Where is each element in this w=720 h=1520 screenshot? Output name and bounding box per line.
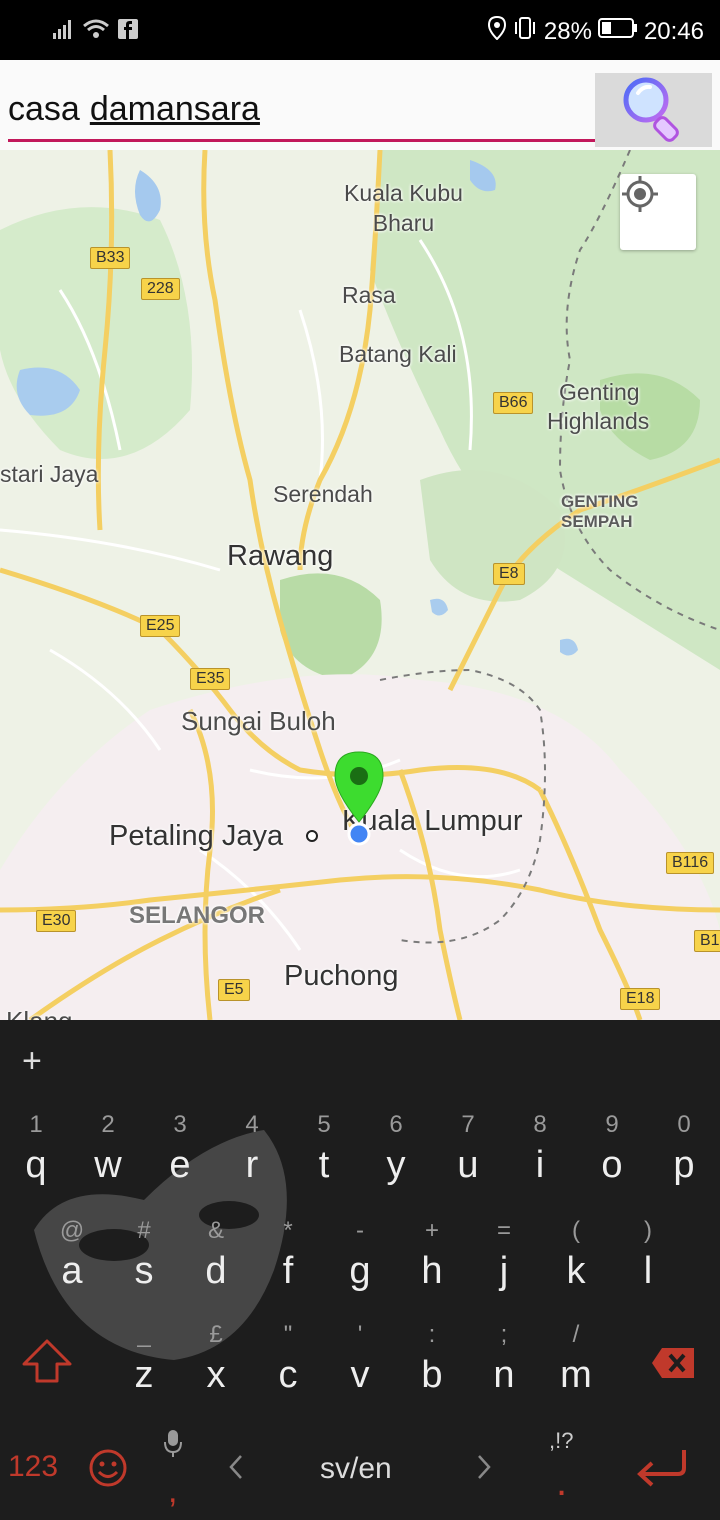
numbers-key[interactable]: 123 [8, 1450, 58, 1484]
signal-icon [52, 18, 74, 45]
key-s[interactable]: # s [108, 1216, 180, 1306]
key-n[interactable]: ; n [468, 1320, 540, 1410]
backspace-icon[interactable] [650, 1346, 696, 1385]
cursor-right-icon[interactable] [474, 1452, 494, 1487]
facebook-icon [118, 19, 138, 44]
key-b[interactable]: :b [396, 1320, 468, 1410]
key-i[interactable]: 8i [504, 1110, 576, 1200]
road-shield: B1 [694, 930, 720, 952]
wifi-icon [82, 18, 110, 45]
road-shield: 228 [141, 278, 180, 300]
place-genting-sempah: GENTING SEMPAH [561, 492, 639, 531]
road-shield: E5 [218, 979, 250, 1001]
key-g[interactable]: -g [324, 1216, 396, 1306]
key-a[interactable]: @ a [36, 1216, 108, 1306]
road-shield: B33 [90, 247, 131, 269]
my-location-button[interactable] [620, 174, 696, 250]
key-f[interactable]: * f [252, 1216, 324, 1306]
key-v[interactable]: ' v [324, 1320, 396, 1410]
key-z[interactable]: _ z [108, 1320, 180, 1410]
map-base [0, 150, 720, 1020]
road-shield: B116 [666, 852, 715, 874]
key-p[interactable]: 0p [648, 1110, 720, 1200]
road-shield: B66 [493, 392, 534, 414]
clock: 20:46 [643, 17, 704, 45]
search-input[interactable]: casa damansara [8, 80, 595, 142]
road-shield: E25 [140, 615, 181, 637]
key-o[interactable]: 9o [576, 1110, 648, 1200]
comma-key[interactable]: , [168, 1472, 177, 1511]
enter-icon[interactable] [634, 1446, 690, 1495]
punctuation-hint: ,!? [549, 1428, 574, 1453]
battery-icon [597, 17, 638, 46]
period-key[interactable]: . [556, 1460, 567, 1505]
soft-keyboard: + 1q 2w 3e 4r 5t 6y 7u 8i 9o 0p @ a # s & d… [0, 1020, 720, 1520]
place-petaling-jaya: Petaling Jaya [109, 820, 284, 852]
place-kuala-kubu-bharu: Kuala Kubu Bharu [344, 180, 463, 236]
map-view[interactable]: Kuala Kubu Bharu Rasa Batang Kali Gentin… [0, 150, 720, 1020]
key-d[interactable]: & d [180, 1216, 252, 1306]
place-selangor: SELANGOR [129, 902, 266, 929]
search-query-word: casa [8, 90, 80, 128]
key-y[interactable]: 6y [360, 1110, 432, 1200]
key-x[interactable]: £ x [180, 1320, 252, 1410]
road-shield: E30 [36, 910, 77, 932]
place-rawang: Rawang [227, 540, 334, 572]
emoji-icon[interactable] [88, 1448, 128, 1493]
shift-key[interactable] [20, 1338, 74, 1389]
key-r[interactable]: 4r [216, 1110, 288, 1200]
search-query-word-underlined: damansara [89, 90, 260, 128]
place-genting-highlands: Genting Highlands [547, 379, 650, 434]
magnifier-icon [619, 73, 689, 148]
place-puchong: Puchong [284, 960, 399, 992]
key-e[interactable]: 3e [144, 1110, 216, 1200]
key-j[interactable]: = j [468, 1216, 540, 1306]
microphone-icon [162, 1428, 184, 1463]
place-bestari-jaya: stari Jaya [0, 461, 99, 487]
battery-percent: 28% [543, 17, 592, 45]
road-shield: E18 [620, 988, 661, 1010]
key-h[interactable]: + h [396, 1216, 468, 1306]
key-w[interactable]: 2w [72, 1110, 144, 1200]
location-icon [487, 15, 506, 47]
place-sungai-buloh: Sungai Buloh [181, 706, 336, 736]
road-shield: E8 [493, 563, 525, 585]
key-q[interactable]: 1q [0, 1110, 72, 1200]
road-shield: E35 [190, 668, 231, 690]
key-c[interactable]: " c [252, 1320, 324, 1410]
place-klang: Klang [6, 1006, 73, 1020]
key-k[interactable]: (k [540, 1216, 612, 1306]
vibrate-icon [512, 16, 538, 47]
key-l[interactable]: ) l [612, 1216, 684, 1306]
status-bar: 28% 20:46 [0, 0, 720, 60]
spacebar-language[interactable]: sv/en [320, 1452, 392, 1486]
place-serendah: Serendah [273, 481, 373, 507]
place-rasa: Rasa [342, 282, 396, 308]
place-batang-kali: Batang Kali [339, 341, 457, 367]
key-m[interactable]: / m [540, 1320, 612, 1410]
key-t[interactable]: 5t [288, 1110, 360, 1200]
keyboard-plus-button[interactable]: + [22, 1042, 42, 1081]
search-button[interactable] [595, 73, 712, 147]
key-u[interactable]: 7u [432, 1110, 504, 1200]
cursor-left-icon[interactable] [226, 1452, 246, 1487]
